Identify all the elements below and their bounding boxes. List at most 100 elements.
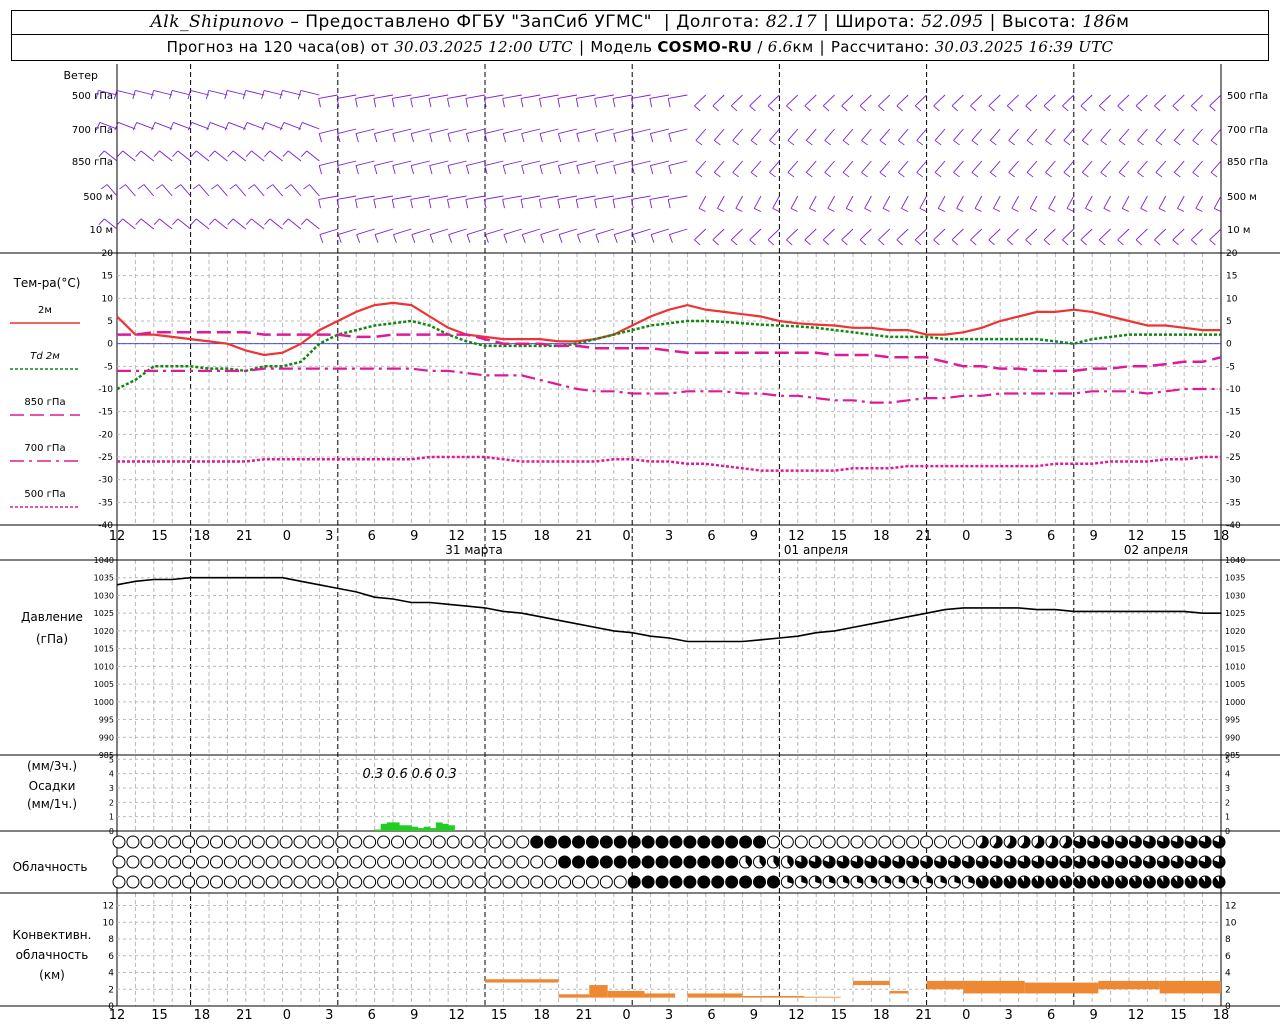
wind-barb-flag bbox=[266, 184, 273, 190]
wind-barb-staff bbox=[631, 128, 651, 134]
wind-barb-flag bbox=[649, 199, 653, 209]
x-tick-label-bottom: 6 bbox=[368, 1008, 376, 1023]
wind-barb-flag bbox=[1100, 140, 1108, 146]
cloud-cover-symbol bbox=[725, 835, 739, 849]
wind-barb-flag bbox=[846, 207, 853, 212]
wind-barb-staff bbox=[1100, 160, 1111, 173]
wind-barb-flag bbox=[934, 172, 942, 178]
wind-barb-staff bbox=[631, 160, 651, 166]
wind-barb-flag bbox=[119, 184, 126, 190]
cloud-cover-symbol bbox=[182, 855, 196, 869]
conv-tick-right: 0 bbox=[1225, 1002, 1231, 1012]
wind-level-label-right: 10 м bbox=[1227, 225, 1250, 236]
cloud-cover-symbol bbox=[112, 835, 126, 849]
wind-barb-staff bbox=[558, 128, 578, 134]
cloud-cover-symbol bbox=[725, 875, 739, 889]
conv-tick-left: 2 bbox=[108, 985, 114, 995]
wind-barb-staff bbox=[767, 228, 780, 241]
cloud-cover-symbol bbox=[223, 835, 237, 849]
wind-barb-staff bbox=[878, 228, 891, 241]
wind-barb-staff bbox=[272, 184, 283, 197]
precip-bar bbox=[442, 823, 449, 831]
conv-tick-right: 6 bbox=[1225, 952, 1231, 962]
temp-tick-left: -5 bbox=[104, 362, 113, 372]
precip-tick-left: 5 bbox=[109, 755, 114, 764]
cloud-cover-symbol bbox=[404, 835, 418, 849]
temp-tick-right: 15 bbox=[1226, 272, 1237, 282]
wind-barb-flag bbox=[787, 140, 795, 146]
wind-barb-staff bbox=[300, 90, 320, 96]
x-tick-label: 15 bbox=[1170, 529, 1187, 544]
x-tick-label-bottom: 12 bbox=[1128, 1008, 1145, 1023]
pressure-tick-left: 1005 bbox=[94, 680, 114, 689]
x-tick-label: 6 bbox=[1047, 529, 1055, 544]
wind-barb-staff bbox=[1155, 128, 1167, 141]
precip-tick-right: 2 bbox=[1225, 798, 1230, 807]
x-tick-label: 0 bbox=[622, 529, 630, 544]
wind-barb-staff bbox=[557, 195, 578, 200]
pressure-tick-left: 1015 bbox=[94, 645, 114, 654]
wind-barb-flag bbox=[245, 218, 252, 225]
wind-barb-staff bbox=[447, 160, 467, 166]
wind-barb-flag bbox=[174, 184, 181, 190]
cloud-cover-symbol bbox=[446, 835, 460, 849]
wind-barb-staff bbox=[355, 128, 375, 134]
wind-barb-flag bbox=[804, 105, 811, 112]
cloud-cover-symbol bbox=[168, 835, 182, 849]
cloud-cover-symbol bbox=[627, 855, 641, 869]
wind-barb-staff bbox=[228, 121, 246, 130]
wind-barb-staff bbox=[695, 160, 707, 173]
cloud-cover-symbol bbox=[390, 875, 404, 889]
wind-barb-flag bbox=[521, 234, 526, 243]
wind-barb-flag bbox=[373, 199, 377, 209]
wind-barb-flag bbox=[1100, 172, 1108, 178]
wind-barb-staff bbox=[650, 228, 670, 236]
wind-level-label: 500 м bbox=[83, 192, 113, 203]
wind-barb-flag bbox=[391, 199, 395, 209]
cloud-cover-symbol bbox=[711, 835, 725, 849]
wind-barb-flag bbox=[730, 239, 738, 246]
wind-barb-flag bbox=[502, 199, 505, 209]
wind-barb-flag bbox=[391, 98, 395, 108]
cloud-cover-symbol bbox=[530, 835, 544, 849]
x-tick-label-bottom: 21 bbox=[915, 1008, 932, 1023]
wind-barb-flag bbox=[300, 150, 308, 157]
wind-barb-flag bbox=[769, 140, 776, 146]
wind-barb-flag bbox=[714, 172, 721, 178]
wind-barb-flag bbox=[98, 150, 105, 157]
wind-barb-staff bbox=[217, 184, 228, 197]
wind-barb-flag bbox=[135, 150, 142, 157]
wind-barb-flag bbox=[669, 234, 673, 243]
cloud-cover-symbol bbox=[335, 875, 349, 889]
wind-title: Ветер bbox=[64, 69, 98, 82]
wind-barb-staff bbox=[750, 128, 762, 141]
precip-tick-right: 3 bbox=[1225, 784, 1230, 793]
cloud-cover-symbol bbox=[613, 835, 627, 849]
wind-barb-staff bbox=[173, 121, 191, 130]
pressure-tick-left: 1020 bbox=[94, 627, 114, 636]
x-tick-label-bottom: 3 bbox=[325, 1008, 333, 1023]
pressure-tick-right: 1030 bbox=[1225, 591, 1245, 600]
wind-barb-flag bbox=[951, 105, 959, 112]
x-tick-label: 12 bbox=[109, 529, 126, 544]
x-tick-label: 9 bbox=[1089, 529, 1097, 544]
temp-legend-label: 2м bbox=[38, 305, 52, 316]
wind-barb-flag bbox=[806, 172, 813, 178]
cloud-cover-symbol bbox=[321, 855, 335, 869]
wind-barb-flag bbox=[466, 234, 471, 243]
wind-barb-flag bbox=[1048, 207, 1056, 212]
wind-barb-staff bbox=[159, 150, 173, 162]
wind-barb-staff bbox=[595, 228, 614, 236]
wind-level-label-right: 500 гПа bbox=[1227, 91, 1268, 102]
temp-tick-left: 0 bbox=[107, 340, 113, 350]
wind-barb-staff bbox=[842, 128, 854, 141]
wind-barb-staff bbox=[410, 94, 430, 99]
wind-barb-staff bbox=[1158, 195, 1167, 209]
wind-barb-flag bbox=[594, 133, 599, 143]
conv-cloud-bar bbox=[926, 980, 964, 990]
temp-tick-right: 10 bbox=[1226, 294, 1238, 304]
cloud-cover-symbol bbox=[711, 855, 725, 869]
wind-barb-staff bbox=[769, 160, 780, 173]
wind-barb-staff bbox=[251, 218, 265, 230]
temp-tick-left: -25 bbox=[98, 453, 113, 463]
